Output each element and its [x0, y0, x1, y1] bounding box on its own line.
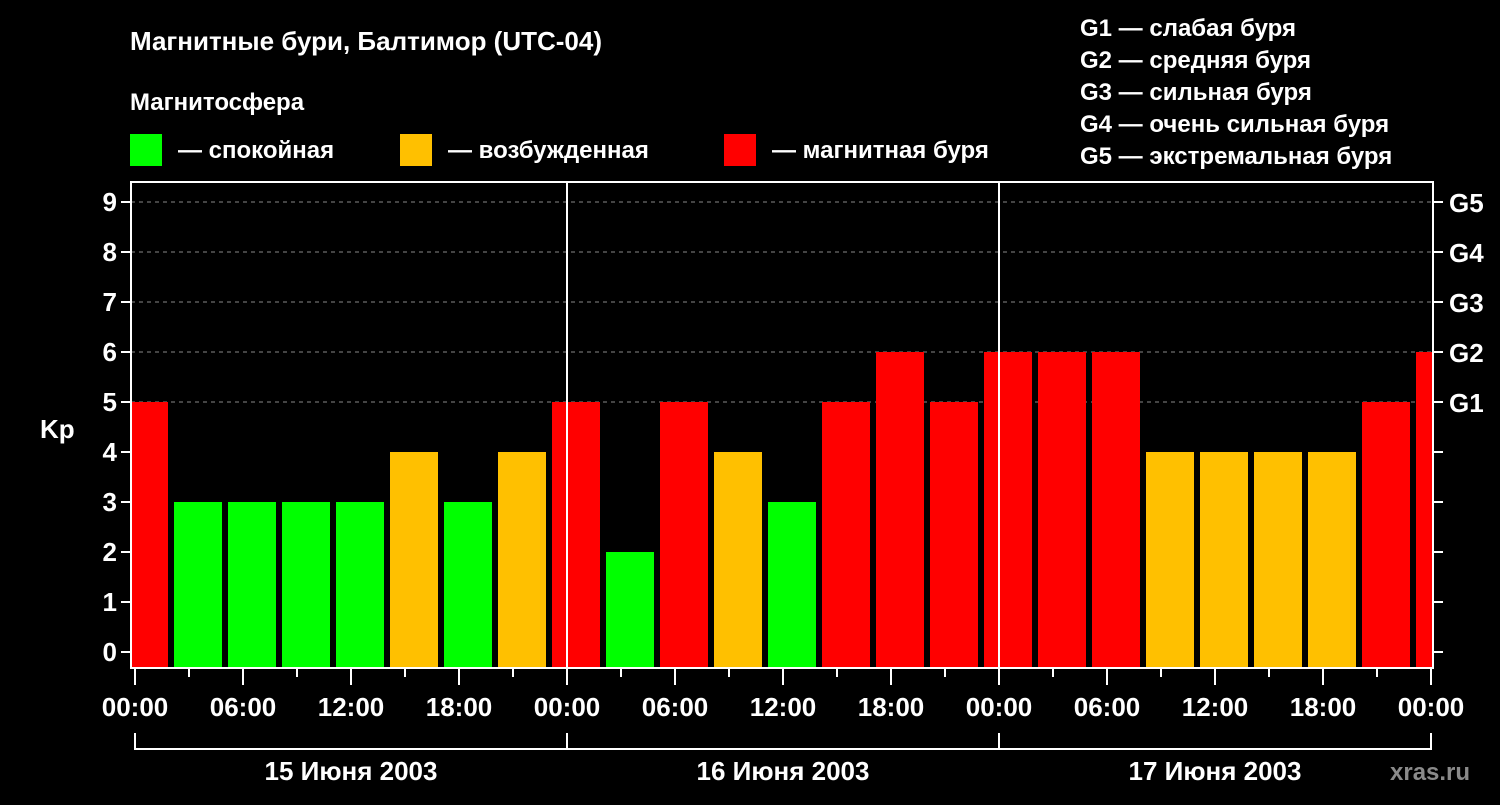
day-label: 17 Июня 2003 — [1129, 756, 1302, 786]
legend-swatch-quiet — [130, 134, 162, 166]
g-scale-g4: G4 — очень сильная буря — [1080, 111, 1389, 138]
kp-bar — [336, 502, 384, 668]
y-tick-label: 7 — [103, 287, 117, 317]
g-level-label: G5 — [1449, 188, 1484, 218]
g-level-label: G3 — [1449, 288, 1484, 318]
kp-bar — [984, 352, 1032, 668]
x-tick-label: 00:00 — [1398, 692, 1465, 722]
x-tick-label: 18:00 — [426, 692, 493, 722]
kp-bar — [1200, 452, 1248, 668]
x-tick-label: 00:00 — [102, 692, 169, 722]
legend-swatch-active — [400, 134, 432, 166]
y-tick-label: 6 — [103, 337, 117, 367]
x-tick-label: 12:00 — [1182, 692, 1249, 722]
g-level-label: G2 — [1449, 338, 1484, 368]
legend-label-quiet: — спокойная — [178, 137, 334, 164]
kp-bar — [132, 402, 168, 668]
day-label: 15 Июня 2003 — [265, 756, 438, 786]
y-tick-label: 0 — [103, 637, 117, 667]
kp-bar — [282, 502, 330, 668]
legend-heading: Магнитосфера — [130, 89, 305, 116]
kp-bar — [822, 402, 870, 668]
g-level-label: G4 — [1449, 238, 1484, 268]
x-tick-label: 00:00 — [966, 692, 1033, 722]
g-scale-g3: G3 — сильная буря — [1080, 79, 1312, 106]
x-tick-label: 00:00 — [534, 692, 601, 722]
y-tick-label: 1 — [103, 587, 117, 617]
kp-bar — [876, 352, 924, 668]
y-tick-label: 5 — [103, 387, 117, 417]
y-tick-label: 4 — [103, 437, 118, 467]
kp-chart: Магнитные бури, Балтимор (UTC-04) Магнит… — [40, 15, 1484, 786]
kp-bar — [606, 552, 654, 668]
kp-bar — [1254, 452, 1302, 668]
kp-bar — [1362, 402, 1410, 668]
x-tick-label: 06:00 — [210, 692, 277, 722]
kp-bar — [930, 402, 978, 668]
kp-bar — [768, 502, 816, 668]
kp-bar — [1092, 352, 1140, 668]
legend-label-active: — возбужденная — [448, 137, 649, 164]
kp-bar — [390, 452, 438, 668]
kp-bar — [174, 502, 222, 668]
x-tick-label: 18:00 — [1290, 692, 1357, 722]
day-label: 16 Июня 2003 — [697, 756, 870, 786]
kp-bar — [498, 452, 546, 668]
g-scale-g1: G1 — слабая буря — [1080, 15, 1296, 42]
kp-bar — [552, 402, 600, 668]
kp-bar — [444, 502, 492, 668]
y-tick-label: 2 — [103, 537, 117, 567]
kp-bar — [228, 502, 276, 668]
x-tick-label: 06:00 — [642, 692, 709, 722]
legend-swatch-storm — [724, 134, 756, 166]
kp-bar — [1038, 352, 1086, 668]
kp-bar — [660, 402, 708, 668]
y-tick-label: 3 — [103, 487, 117, 517]
y-tick-label: 9 — [103, 187, 117, 217]
watermark: xras.ru — [1390, 759, 1470, 786]
legend-label-storm: — магнитная буря — [772, 137, 989, 164]
x-tick-label: 18:00 — [858, 692, 925, 722]
y-axis-label: Kp — [40, 414, 75, 444]
kp-bar — [1146, 452, 1194, 668]
g-scale-g2: G2 — средняя буря — [1080, 47, 1311, 74]
kp-bar — [1308, 452, 1356, 668]
g-scale-g5: G5 — экстремальная буря — [1080, 143, 1392, 170]
x-tick-label: 12:00 — [750, 692, 817, 722]
chart-title: Магнитные бури, Балтимор (UTC-04) — [130, 26, 602, 56]
x-tick-label: 06:00 — [1074, 692, 1141, 722]
y-tick-label: 8 — [103, 237, 117, 267]
kp-bar — [714, 452, 762, 668]
x-tick-label: 12:00 — [318, 692, 385, 722]
kp-bar — [1416, 352, 1432, 668]
g-level-label: G1 — [1449, 388, 1484, 418]
